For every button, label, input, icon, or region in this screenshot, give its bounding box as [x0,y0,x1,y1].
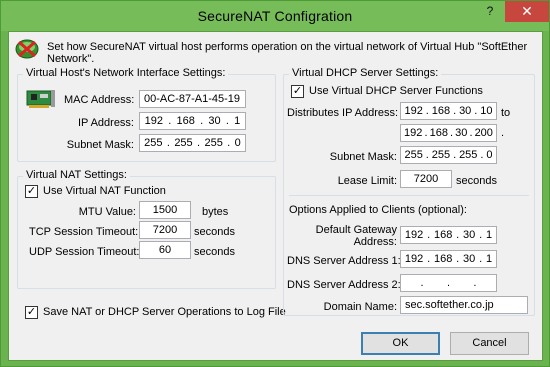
use-dhcp-label: Use Virtual DHCP Server Functions [309,85,483,97]
range-start-octet: 30 [459,105,472,117]
ip-octet: 192 [144,115,163,127]
mask-octet: 255 [204,137,223,149]
domain-name-label: Domain Name: [323,301,397,313]
default-gateway-label: Default Gateway Address: [287,224,397,248]
to-label: to [501,107,511,119]
range-end-octet: 200 [474,127,493,139]
ok-button[interactable]: OK [361,332,440,355]
dhcp-mask-octet: 255 [431,149,451,161]
title-bar[interactable]: SecureNAT Configration ? ✕ [1,1,549,31]
range-start-octet: 168 [431,105,451,117]
subnet-mask-label: Subnet Mask: [66,139,134,151]
virtual-host-group-title: Virtual Host's Network Interface Setting… [23,67,229,79]
ip-address-label: IP Address: [77,117,134,129]
virtual-dhcp-group-title: Virtual DHCP Server Settings: [289,67,442,79]
lease-limit-field[interactable]: 7200 [400,170,452,188]
mask-octet: 255 [144,137,163,149]
network-card-icon [26,90,55,108]
use-nat-label: Use Virtual NAT Function [43,185,166,197]
tcp-timeout-field[interactable]: 7200 [139,221,191,239]
close-button[interactable]: ✕ [505,1,549,22]
cancel-button[interactable]: Cancel [450,332,529,355]
client-options-title: Options Applied to Clients (optional): [289,204,467,216]
dhcp-mask-octet: 0 [486,149,493,161]
default-gateway-field[interactable]: 192. 168. 30. 1 [400,226,497,244]
udp-timeout-field[interactable]: 60 [139,241,191,259]
gateway-octet: 1 [485,229,493,241]
udp-timeout-unit: seconds [194,246,235,258]
ip-octet: 1 [234,115,241,127]
dhcp-subnet-mask-label: Subnet Mask: [329,151,397,163]
mac-address-label: MAC Address: [64,94,135,106]
dhcp-subnet-mask-field[interactable]: 255. 255. 255. 0 [400,146,497,164]
save-log-checkbox[interactable]: ✓ [25,306,38,319]
dns1-field[interactable]: 192. 168. 30. 1 [400,250,497,268]
ip-address-field[interactable]: 192. 168. 30. 1 [139,112,246,130]
dns1-label: DNS Server Address 1: [287,255,401,267]
dns2-label: DNS Server Address 2: [287,279,401,291]
securenat-config-window: SecureNAT Configration ? ✕ Set how Secur… [0,0,550,367]
header-description: Set how SecureNAT virtual host performs … [47,41,528,65]
use-dhcp-checkbox[interactable]: ✓ [291,85,304,98]
udp-timeout-label: UDP Session Timeout: [29,246,140,258]
lease-limit-unit: seconds [456,175,497,187]
save-log-label: Save NAT or DHCP Server Operations to Lo… [43,306,286,318]
distributes-ip-label: Distributes IP Address: [287,107,399,119]
securenat-icon [15,39,39,59]
gateway-octet: 168 [433,229,453,241]
default-gateway-label-line1: Default Gateway [315,224,397,236]
dhcp-range-start-field[interactable]: 192. 168. 30. 10 [400,102,497,120]
dhcp-mask-octet: 255 [404,149,423,161]
dns1-octet: 1 [485,253,493,265]
dialog-client-area: Set how SecureNAT virtual host performs … [8,31,543,361]
default-gateway-label-line2: Address: [353,236,397,248]
dns1-octet: 30 [463,253,476,265]
range-end-octet: 168 [429,127,448,139]
tcp-timeout-label: TCP Session Timeout: [29,226,139,238]
gateway-octet: 192 [404,229,424,241]
virtual-nat-group-title: Virtual NAT Settings: [23,169,130,181]
mtu-unit: bytes [202,206,229,218]
ip-octet: 30 [208,115,221,127]
help-button[interactable]: ? [477,1,503,22]
range-start-octet: 192 [404,105,423,117]
subnet-mask-field[interactable]: 255. 255. 255. 0 [139,134,246,152]
dhcp-options-divider [289,195,529,196]
range-end-dot: . [501,127,505,139]
lease-limit-label: Lease Limit: [337,175,397,187]
range-end-octet: 192 [404,127,423,139]
dhcp-mask-octet: 255 [459,149,478,161]
mac-address-field[interactable]: 00-AC-87-A1-45-19 [139,90,246,108]
range-start-octet: 10 [480,105,493,117]
dns2-field[interactable]: . . . [400,274,497,292]
mask-octet: 0 [234,137,241,149]
mtu-label: MTU Value: [78,206,136,218]
tcp-timeout-unit: seconds [194,226,235,238]
window-title: SecureNAT Configration [197,8,353,24]
mask-octet: 255 [174,137,193,149]
range-end-octet: 30 [455,127,468,139]
mtu-field[interactable]: 1500 [139,201,191,219]
domain-name-field[interactable]: sec.softether.co.jp [400,296,528,314]
dns1-octet: 192 [404,253,424,265]
gateway-octet: 30 [463,229,476,241]
dhcp-range-end-field[interactable]: 192. 168. 30. 200 [400,124,497,142]
ip-octet: 168 [176,115,195,127]
dns1-octet: 168 [433,253,453,265]
use-nat-checkbox[interactable]: ✓ [25,185,38,198]
